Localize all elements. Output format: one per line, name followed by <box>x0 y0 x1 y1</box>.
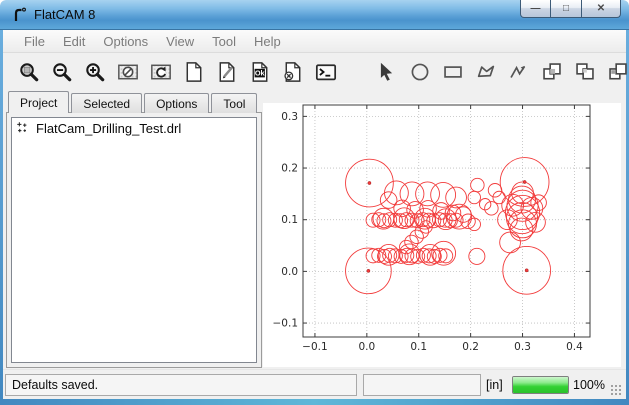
menu-item-options[interactable]: Options <box>94 31 157 52</box>
menu-item-file[interactable]: File <box>15 31 54 52</box>
clear-plot-button[interactable] <box>113 58 143 86</box>
menu-bar: FileEditOptionsViewToolHelp <box>3 30 626 53</box>
svg-text:−0.1: −0.1 <box>302 341 328 353</box>
flatcam-logo-icon <box>11 6 29 24</box>
save-project-as-button[interactable] <box>278 58 308 86</box>
svg-text:0.2: 0.2 <box>462 341 479 353</box>
subtract-button[interactable] <box>603 58 629 86</box>
select-button[interactable] <box>372 58 402 86</box>
toolbar-draw-group <box>372 58 629 86</box>
status-bar: Defaults saved. [in] 100% <box>3 369 626 399</box>
titlebar[interactable]: FlatCAM 8 —□✕ <box>0 0 629 30</box>
svg-text:0.0: 0.0 <box>281 266 298 278</box>
progress-bar <box>512 376 569 394</box>
svg-text:0.4: 0.4 <box>566 341 583 353</box>
menu-item-tool[interactable]: Tool <box>203 31 245 52</box>
svg-text:0.1: 0.1 <box>281 214 298 226</box>
app-window: FlatCAM 8 —□✕ FileEditOptionsViewToolHel… <box>0 0 629 405</box>
open-project-icon <box>216 61 238 83</box>
window-title: FlatCAM 8 <box>34 7 95 22</box>
shell-button[interactable] <box>311 58 341 86</box>
save-project-as-icon <box>282 61 304 83</box>
union-button[interactable] <box>537 58 567 86</box>
save-project-button[interactable]: Ok <box>245 58 275 86</box>
replot-button[interactable] <box>146 58 176 86</box>
zoom-fit-icon <box>18 61 40 83</box>
drill-object-icon <box>16 121 31 136</box>
progress-percent-label: 100% <box>573 378 605 392</box>
window-controls: —□✕ <box>520 0 621 18</box>
new-project-icon <box>183 61 205 83</box>
client-area: FileEditOptionsViewToolHelp Ok ProjectSe… <box>3 30 626 399</box>
tab-project[interactable]: Project <box>8 91 69 113</box>
zoom-in-icon <box>84 61 106 83</box>
svg-text:0.0: 0.0 <box>358 341 375 353</box>
open-project-button[interactable] <box>212 58 242 86</box>
svg-text:−0.1: −0.1 <box>273 318 299 330</box>
maximize-button[interactable]: □ <box>551 0 582 18</box>
draw-rectangle-icon <box>442 61 464 83</box>
plot-svg: −0.1 0.0 0.1 0.2 0.3 0.4 −0.1 0.0 0.1 0.2 0.3 <box>263 103 621 367</box>
tab-selected[interactable]: Selected <box>71 93 142 113</box>
zoom-fit-button[interactable] <box>14 58 44 86</box>
resize-grip[interactable] <box>610 384 622 396</box>
toolbar-main-group: Ok <box>14 58 344 86</box>
menu-item-edit[interactable]: Edit <box>54 31 94 52</box>
tab-tool[interactable]: Tool <box>211 93 257 113</box>
draw-rectangle-button[interactable] <box>438 58 468 86</box>
save-project-icon: Ok <box>249 61 271 83</box>
draw-circle-button[interactable] <box>405 58 435 86</box>
tab-bar: ProjectSelectedOptionsTool <box>8 91 259 113</box>
union-icon <box>541 61 563 83</box>
progress-fill <box>513 377 568 393</box>
draw-polygon-icon <box>475 61 497 83</box>
intersection-button[interactable] <box>570 58 600 86</box>
tab-options[interactable]: Options <box>144 93 209 113</box>
minimize-button[interactable]: — <box>520 0 551 18</box>
select-icon <box>376 61 398 83</box>
menu-item-help[interactable]: Help <box>245 31 290 52</box>
project-tree[interactable]: FlatCam_Drilling_Test.drl <box>11 117 257 363</box>
draw-polygon-button[interactable] <box>471 58 501 86</box>
intersection-icon <box>574 61 596 83</box>
draw-polyline-icon <box>508 61 530 83</box>
window-border-bottom <box>0 399 629 405</box>
tree-item-label: FlatCam_Drilling_Test.drl <box>36 121 181 136</box>
plot-canvas[interactable]: −0.1 0.0 0.1 0.2 0.3 0.4 −0.1 0.0 0.1 0.2 0.3 <box>263 103 621 367</box>
draw-polyline-button[interactable] <box>504 58 534 86</box>
clear-plot-icon <box>117 61 139 83</box>
draw-circle-icon <box>409 61 431 83</box>
new-project-button[interactable] <box>179 58 209 86</box>
replot-icon <box>150 61 172 83</box>
units-indicator: [in] <box>486 378 503 392</box>
zoom-out-button[interactable] <box>47 58 77 86</box>
status-message: Defaults saved. <box>5 374 357 396</box>
svg-text:0.3: 0.3 <box>514 341 531 353</box>
svg-text:0.2: 0.2 <box>281 163 298 175</box>
tree-item[interactable]: FlatCam_Drilling_Test.drl <box>12 118 256 136</box>
zoom-out-icon <box>51 61 73 83</box>
subtract-icon <box>607 61 629 83</box>
svg-text:Ok: Ok <box>255 68 266 77</box>
zoom-in-button[interactable] <box>80 58 110 86</box>
menu-item-view[interactable]: View <box>157 31 203 52</box>
status-secondary-field <box>363 374 481 396</box>
project-panel: FlatCam_Drilling_Test.drl <box>6 112 262 368</box>
svg-text:0.1: 0.1 <box>410 341 427 353</box>
shell-icon <box>315 61 337 83</box>
close-button[interactable]: ✕ <box>582 0 621 18</box>
svg-text:0.3: 0.3 <box>281 111 298 123</box>
toolbar: Ok <box>3 53 626 90</box>
